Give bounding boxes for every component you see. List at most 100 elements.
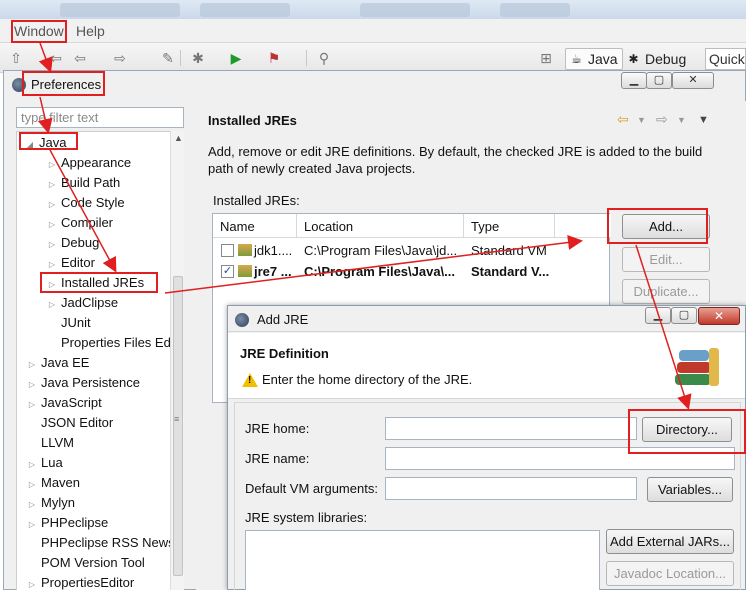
tree-item-maven[interactable]: ▷ Maven [27, 473, 80, 493]
add-jre-title-bar: Add JRE ▁ ▢ ✕ [228, 306, 745, 332]
maximize-button[interactable]: ▢ [671, 307, 697, 324]
tree-item-java-ee[interactable]: ▷ Java EE [27, 353, 90, 375]
collapsed-arrow-icon[interactable]: ▷ [27, 575, 37, 590]
perspective-debug[interactable]: ✱ Debug [622, 48, 691, 70]
collapsed-arrow-icon[interactable]: ▷ [47, 235, 57, 255]
warning-mark: ! [248, 375, 252, 386]
tree-item-editor[interactable]: ▷ Editor [47, 253, 95, 273]
minimize-button[interactable]: ▁ [621, 72, 647, 89]
tree-item-jadclipse[interactable]: ▷ JadClipse [47, 293, 118, 313]
run-icon[interactable]: ▶ [228, 50, 244, 66]
maximize-button[interactable]: ▢ [646, 72, 672, 89]
collapsed-arrow-icon[interactable]: ▷ [27, 495, 37, 515]
tree-item-javascript[interactable]: ▷ JavaScript [27, 393, 102, 413]
forward-icon[interactable]: ⇨ [112, 50, 128, 66]
tree-item-debug[interactable]: ▷ Debug [47, 233, 99, 253]
collapsed-arrow-icon[interactable]: ▷ [27, 355, 37, 375]
tree-scrollbar[interactable]: ▲ ≡ [170, 131, 184, 590]
tree-item-appearance[interactable]: ▷ Appearance [47, 153, 131, 173]
highlight-installed-jres [40, 272, 158, 293]
tree-item-properties-editor[interactable]: ▷ PropertiesEditor [27, 573, 134, 590]
vm-args-input[interactable] [385, 477, 637, 500]
duplicate-button[interactable]: Duplicate... [622, 279, 710, 304]
last-edit-icon[interactable]: ⇦ [48, 50, 64, 66]
jre-icon [238, 244, 252, 256]
jre-checkbox[interactable] [221, 244, 234, 257]
debug-perspective-icon: ✱ [628, 52, 639, 66]
search-icon[interactable]: ⚲ [316, 50, 332, 66]
column-header-location[interactable]: Location [297, 214, 464, 238]
debug-icon[interactable]: ✱ [190, 50, 206, 66]
collapsed-arrow-icon[interactable]: ▷ [27, 475, 37, 495]
edit-button[interactable]: Edit... [622, 247, 710, 272]
column-header-name[interactable]: Name [213, 214, 297, 238]
view-menu-icon[interactable]: ▼ [698, 114, 709, 126]
jre-name-label: JRE name: [245, 451, 310, 466]
tree-item-lua[interactable]: ▷ Lua [27, 453, 63, 473]
jre-name-cell: jdk1.... [238, 241, 296, 262]
new-icon[interactable]: ⇧ [8, 50, 24, 66]
back-icon[interactable]: ⇦ [72, 50, 88, 66]
jre-type-cell: Standard VM [471, 243, 547, 258]
highlight-java-item [19, 132, 78, 150]
chevron-down-icon[interactable]: ▼ [637, 115, 646, 125]
highlight-add-button [607, 208, 708, 244]
toolbar-separator [180, 50, 181, 66]
tree-item-phpeclipse-rss[interactable]: PHPeclipse RSS News [27, 533, 175, 553]
column-header-type[interactable]: Type [464, 214, 555, 238]
column-header-filler [555, 214, 611, 238]
dialog-header: JRE Definition ! Enter the home director… [228, 333, 745, 399]
menu-help[interactable]: Help [76, 23, 105, 39]
tree-item-json-editor[interactable]: JSON Editor [27, 413, 113, 433]
collapsed-arrow-icon[interactable]: ▷ [47, 155, 57, 175]
quick-access-input[interactable]: Quick A [705, 48, 746, 70]
collapsed-arrow-icon[interactable]: ▷ [27, 375, 37, 395]
perspective-java[interactable]: ☕ Java [565, 48, 623, 70]
installed-jres-label: Installed JREs: [213, 193, 300, 208]
scrollbar-thumb[interactable] [173, 276, 183, 576]
open-type-icon[interactable]: ✎ [160, 50, 176, 66]
tree-item-java-persistence[interactable]: ▷ Java Persistence [27, 373, 140, 393]
collapsed-arrow-icon[interactable]: ▷ [47, 175, 57, 195]
dialog-message: Enter the home directory of the JRE. [262, 372, 473, 387]
chevron-down-icon[interactable]: ▼ [677, 115, 686, 125]
tree-item-properties-files-editor[interactable]: Properties Files Ed [47, 333, 171, 353]
jre-library-icon [675, 348, 721, 392]
close-button[interactable]: ✕ [672, 72, 714, 89]
variables-button[interactable]: Variables... [647, 477, 733, 502]
add-jre-title: Add JRE [257, 312, 309, 327]
javadoc-location-button[interactable]: Javadoc Location... [606, 561, 734, 586]
menu-bar: Window Help [0, 19, 746, 43]
eclipse-icon [235, 313, 249, 327]
minimize-button[interactable]: ▁ [645, 307, 671, 324]
collapsed-arrow-icon[interactable]: ▷ [27, 395, 37, 415]
open-perspective-icon[interactable]: ⊞ [538, 50, 554, 66]
forward-icon[interactable]: ⇨ [656, 111, 668, 128]
tree-item-junit[interactable]: JUnit [47, 313, 91, 333]
scroll-up-icon[interactable]: ▲ [174, 133, 183, 143]
external-tools-icon[interactable]: ⚑ [266, 50, 282, 66]
tree-item-phpeclipse[interactable]: ▷ PHPeclipse [27, 513, 108, 533]
collapsed-arrow-icon[interactable]: ▷ [47, 295, 57, 315]
highlight-directory-button [628, 409, 746, 454]
collapsed-arrow-icon[interactable]: ▷ [47, 215, 57, 235]
filter-input[interactable]: type filter text [16, 107, 184, 128]
collapsed-arrow-icon[interactable]: ▷ [27, 455, 37, 475]
collapsed-arrow-icon[interactable]: ▷ [47, 195, 57, 215]
jre-libraries-list[interactable] [245, 530, 600, 590]
tree-item-compiler[interactable]: ▷ Compiler [47, 213, 113, 233]
jre-checkbox-checked[interactable]: ✓ [221, 265, 234, 278]
add-external-jars-button[interactable]: Add External JARs... [606, 529, 734, 554]
tree-item-code-style[interactable]: ▷ Code Style [47, 193, 125, 213]
tree-item-pom-version-tool[interactable]: POM Version Tool [27, 553, 145, 573]
close-button[interactable]: ✕ [698, 307, 740, 325]
tree-item-build-path[interactable]: ▷ Build Path [47, 173, 120, 193]
tree-item-mylyn[interactable]: ▷ Mylyn [27, 493, 75, 513]
collapsed-arrow-icon[interactable]: ▷ [27, 515, 37, 535]
jre-home-input[interactable] [385, 417, 637, 440]
perspective-java-label: Java [588, 51, 618, 67]
tree-item-llvm[interactable]: LLVM [27, 433, 74, 453]
back-icon[interactable]: ⇦ [617, 111, 629, 128]
highlight-window-menu [11, 20, 67, 43]
jre-location-cell: C:\Program Files\Java\... [304, 264, 456, 279]
